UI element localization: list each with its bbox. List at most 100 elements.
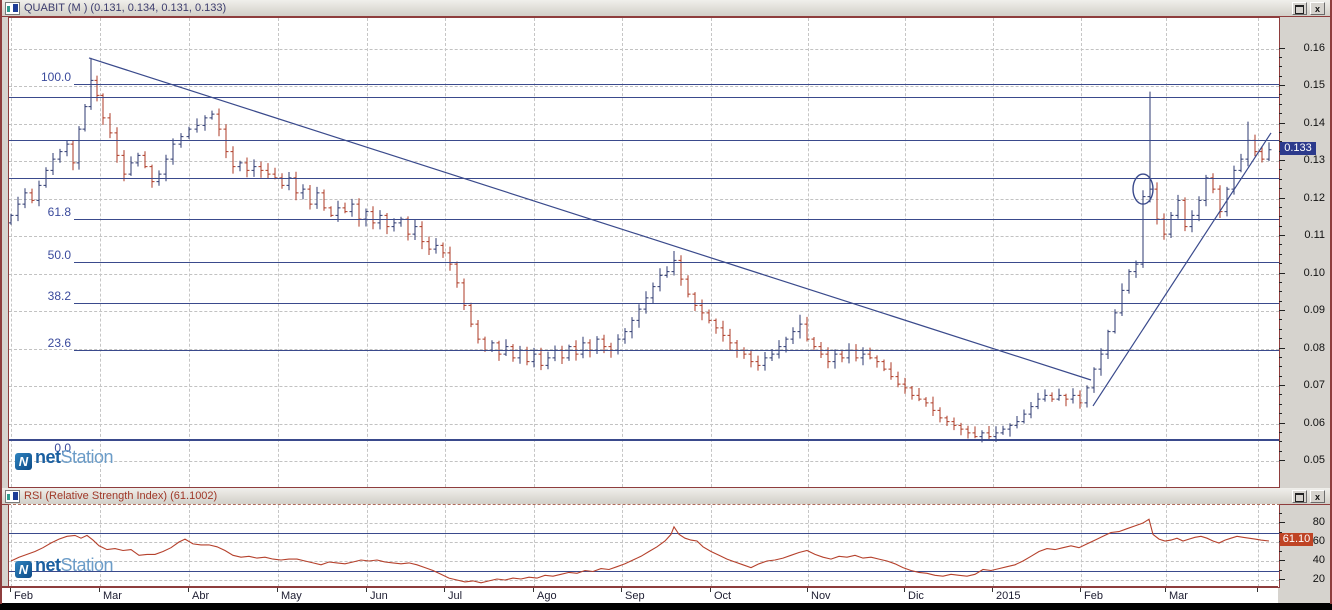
price-tick-label: 0.05 xyxy=(1303,454,1325,466)
month-tick xyxy=(710,588,711,592)
logo-text-station: Station xyxy=(60,447,114,467)
price-tick xyxy=(1279,366,1282,368)
last-price-badge: 0.133 xyxy=(1280,142,1316,156)
price-tick xyxy=(1279,441,1282,443)
up-ohlc-bars xyxy=(9,57,1272,443)
price-tick xyxy=(1279,460,1285,461)
logo-text-station: Station xyxy=(60,555,114,575)
main-chart-title: QUABIT (M ) (0.131, 0.134, 0.131, 0.133) xyxy=(24,2,227,14)
price-tick xyxy=(1279,197,1285,199)
restore-icon xyxy=(1295,493,1304,502)
bottom-bar xyxy=(0,603,1332,610)
price-tick xyxy=(1279,94,1282,96)
down-ohlc-bars xyxy=(29,75,1265,440)
rsi-tick xyxy=(1279,579,1285,580)
rsi-titlebar[interactable]: RSI (Relative Strength Index) (61.1002) … xyxy=(0,488,1332,505)
rsi-close-button[interactable]: x xyxy=(1310,490,1325,503)
price-tick xyxy=(1279,413,1282,415)
netstation-logo: NnetStation xyxy=(15,555,114,578)
price-tick xyxy=(1279,403,1282,405)
price-tick xyxy=(1279,160,1285,161)
price-level-line[interactable] xyxy=(74,84,1279,86)
price-level-line[interactable] xyxy=(9,140,1279,142)
price-tick xyxy=(1279,253,1282,255)
rsi-tick-label: 80 xyxy=(1312,516,1325,528)
price-tick xyxy=(1279,122,1285,124)
month-label: Sep xyxy=(625,590,645,602)
price-tick xyxy=(1279,103,1282,105)
price-level-line[interactable] xyxy=(9,177,1279,179)
month-label: Feb xyxy=(1084,590,1103,602)
month-label: Feb xyxy=(14,590,33,602)
restore-button[interactable] xyxy=(1292,2,1307,15)
logo-text-net: net xyxy=(35,447,61,467)
price-level-line[interactable] xyxy=(9,438,1279,441)
restore-icon xyxy=(1295,5,1304,14)
price-tick-label: 0.09 xyxy=(1303,304,1325,316)
rsi-tick xyxy=(1279,522,1285,523)
month-label: Mar xyxy=(1169,590,1188,602)
fib-level-label: 50.0 xyxy=(47,247,71,262)
rsi-value-badge: 61.10 xyxy=(1280,533,1313,547)
price-tick xyxy=(1279,375,1282,377)
price-tick-label: 0.14 xyxy=(1303,116,1325,129)
price-tick xyxy=(1279,131,1282,133)
month-label: Abr xyxy=(192,590,210,602)
price-tick-label: 0.16 xyxy=(1303,41,1325,54)
month-label: Jun xyxy=(370,590,388,602)
rsi-tick xyxy=(1279,560,1285,561)
month-label: Nov xyxy=(811,590,831,602)
price-tick-label: 0.10 xyxy=(1303,266,1325,279)
month-tick xyxy=(1080,588,1081,592)
month-tick xyxy=(277,588,278,592)
month-tick xyxy=(10,588,11,592)
price-tick xyxy=(1279,113,1282,115)
price-tick xyxy=(1279,272,1285,274)
month-tick xyxy=(621,588,622,592)
price-tick xyxy=(1279,85,1285,86)
price-level-line[interactable] xyxy=(74,350,1279,352)
price-tick-label: 0.11 xyxy=(1304,229,1325,241)
price-tick xyxy=(1279,338,1282,340)
price-tick xyxy=(1279,56,1282,58)
price-tick xyxy=(1279,310,1285,311)
month-tick xyxy=(533,588,534,592)
price-tick-label: 0.15 xyxy=(1303,79,1325,91)
month-label: Oct xyxy=(714,590,732,602)
month-tick xyxy=(1165,588,1166,592)
price-tick xyxy=(1279,206,1282,208)
rsi-title: RSI (Relative Strength Index) (61.1002) xyxy=(24,490,218,502)
price-tick xyxy=(1279,300,1282,302)
close-button[interactable]: x xyxy=(1310,2,1325,15)
chart-icon xyxy=(5,2,20,15)
trendline[interactable] xyxy=(1092,132,1272,407)
month-tick xyxy=(444,588,445,592)
month-label: Jul xyxy=(448,590,463,602)
price-level-line[interactable] xyxy=(9,97,1279,99)
price-tick-label: 0.07 xyxy=(1303,379,1325,391)
month-tick xyxy=(807,588,808,592)
price-tick xyxy=(1279,347,1285,349)
price-tick xyxy=(1279,244,1282,246)
price-tick xyxy=(1279,47,1285,49)
price-level-line[interactable] xyxy=(74,261,1279,263)
rsi-restore-button[interactable] xyxy=(1292,490,1307,503)
price-tick-label: 0.06 xyxy=(1303,416,1325,429)
price-tick xyxy=(1279,169,1282,171)
price-chart-plot[interactable]: 100.0 61.8 50.0 38.2 23.6 0.0 NnetStation xyxy=(8,17,1280,488)
month-label: 2015 xyxy=(996,590,1021,602)
month-tick xyxy=(904,588,905,592)
main-chart-titlebar[interactable]: QUABIT (M ) (0.131, 0.134, 0.131, 0.133)… xyxy=(0,0,1332,17)
price-level-line[interactable] xyxy=(74,303,1279,305)
rsi-line xyxy=(10,518,1270,584)
price-level-line[interactable] xyxy=(74,219,1279,221)
netstation-window: QUABIT (M ) (0.131, 0.134, 0.131, 0.133)… xyxy=(0,0,1332,610)
rsi-plot[interactable]: NnetStation xyxy=(8,504,1280,588)
month-label: Mar xyxy=(103,590,122,602)
netstation-logo: NnetStation xyxy=(15,447,114,470)
rsi-tick xyxy=(1279,569,1282,571)
price-tick xyxy=(1279,356,1282,358)
rsi-tick-label: 20 xyxy=(1312,573,1325,585)
price-tick xyxy=(1279,66,1282,68)
price-tick xyxy=(1279,263,1282,265)
